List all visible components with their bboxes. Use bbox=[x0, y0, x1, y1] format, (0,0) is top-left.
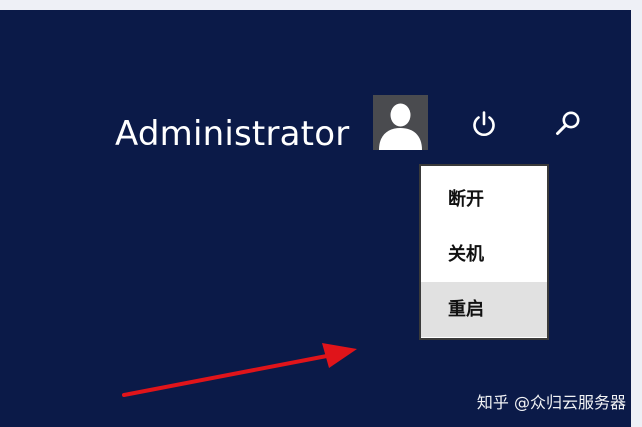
lock-screen-background: Administrator 断开 关机 重启 bbox=[0, 10, 631, 427]
menu-item-restart[interactable]: 重启 bbox=[421, 282, 547, 337]
power-button[interactable] bbox=[466, 106, 502, 142]
user-name-label: Administrator bbox=[115, 114, 350, 154]
power-icon bbox=[473, 111, 495, 136]
watermark-text: 知乎 @众归云服务器 bbox=[476, 393, 626, 412]
menu-item-disconnect[interactable]: 断开 bbox=[421, 172, 547, 227]
user-avatar-icon[interactable] bbox=[373, 95, 428, 150]
user-silhouette-icon bbox=[379, 103, 422, 150]
menu-item-shutdown[interactable]: 关机 bbox=[421, 227, 547, 282]
power-options-menu: 断开 关机 重启 bbox=[419, 164, 549, 340]
search-button[interactable] bbox=[550, 106, 586, 142]
search-icon bbox=[556, 111, 580, 135]
